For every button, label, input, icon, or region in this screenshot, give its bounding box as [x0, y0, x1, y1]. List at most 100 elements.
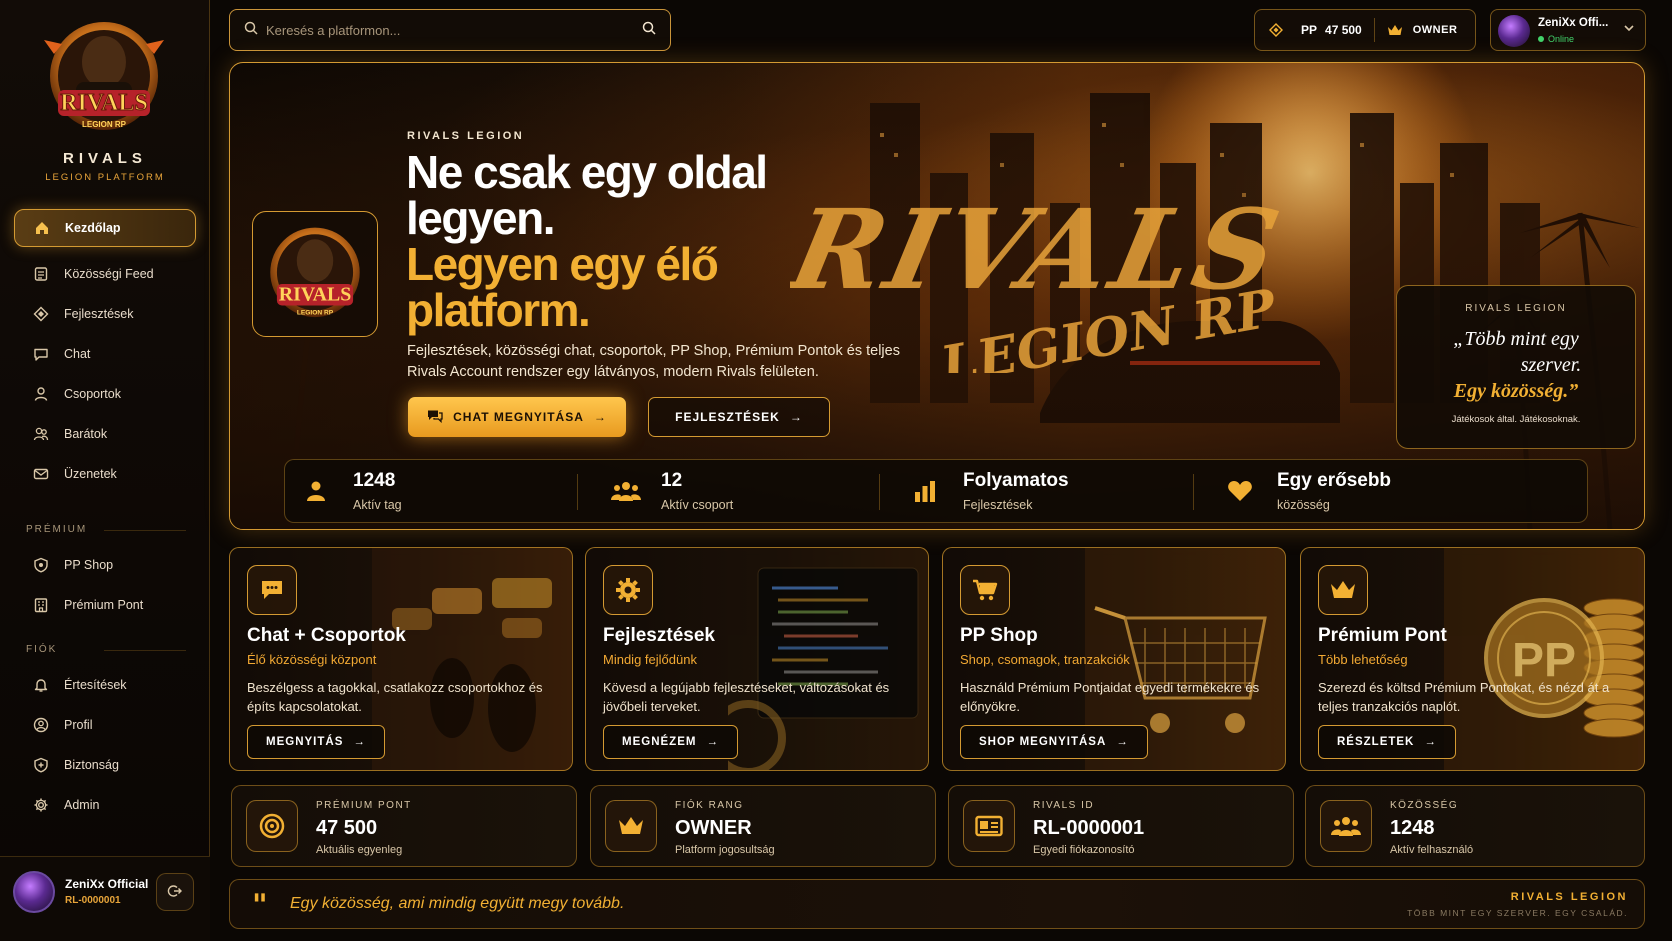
- hero-logo-subtext: LEGION RP: [297, 310, 334, 317]
- sidebar-item-label: Biztonság: [64, 758, 119, 772]
- card-subtitle: Shop, csomagok, tranzakciók: [960, 652, 1130, 667]
- logout-button[interactable]: [156, 873, 194, 911]
- coin-stack-illustration: PP: [1444, 548, 1644, 770]
- stat-divider: [577, 474, 578, 510]
- hero-stats-bar: 1248 Aktív tag 12 Aktív csoport Folyamat…: [284, 459, 1588, 523]
- stat-active-groups: 12 Aktív csoport: [593, 460, 883, 524]
- sidebar-item-label: Fejlesztések: [64, 307, 134, 321]
- sidebar-item-pp-shop[interactable]: PP Shop: [14, 546, 196, 584]
- card-description: Szerezd és költsd Prémium Pontokat, és n…: [1318, 680, 1610, 714]
- hero-headline-accent: Legyen egy élő platform.: [406, 238, 719, 336]
- section-label-account: FIÓK: [26, 644, 58, 655]
- avatar[interactable]: [13, 871, 55, 913]
- premium-details-button[interactable]: RÉSZLETEK →: [1318, 725, 1456, 759]
- sidebar-item-home[interactable]: Kezdőlap: [14, 209, 196, 247]
- card-subtitle: Több lehetőség: [1318, 652, 1408, 667]
- sidebar-item-label: Chat: [64, 347, 91, 361]
- sidebar-item-feed[interactable]: Közösségi Feed: [14, 255, 196, 293]
- feed-icon: [32, 265, 50, 283]
- sidebar-item-developments[interactable]: Fejlesztések: [14, 295, 196, 333]
- shield-plus-icon: [32, 756, 50, 774]
- rivals-id-value: RL-0000001: [1033, 817, 1145, 839]
- user-menu[interactable]: ZeniXx Offi... Online: [1490, 9, 1646, 51]
- sidebar-item-chat[interactable]: Chat: [14, 335, 196, 373]
- rivals-logo[interactable]: RIVALS LEGION RP: [40, 14, 168, 142]
- arrow-right-icon: →: [789, 410, 803, 424]
- search-bar: [229, 9, 671, 51]
- card-title: PP Shop: [960, 625, 1038, 646]
- quote-eyebrow: RIVALS LEGION: [1465, 303, 1567, 314]
- open-chat-button[interactable]: CHAT MEGNYITÁSA →: [408, 397, 626, 437]
- pp-balance: 47 500: [1325, 23, 1362, 37]
- friends-icon: [32, 425, 50, 443]
- footer-quote-banner: " Egy közösség, ami mindig együtt megy t…: [229, 879, 1645, 929]
- sidebar-item-messages[interactable]: Üzenetek: [14, 455, 196, 493]
- crown-icon: [605, 800, 657, 852]
- open-chat-card-button[interactable]: MEGNYITÁS →: [247, 725, 385, 759]
- feature-card-developments[interactable]: Fejlesztések Mindig fejlődünk Kövesd a l…: [585, 547, 929, 771]
- chevron-down-icon: [1623, 22, 1635, 37]
- sidebar-item-admin[interactable]: Admin: [14, 786, 196, 824]
- sidebar-user-name: ZeniXx Official: [65, 877, 149, 891]
- sidebar-item-label: Profil: [64, 718, 93, 732]
- sidebar-item-label: Üzenetek: [64, 467, 117, 481]
- section-label-premium: PRÉMIUM: [26, 524, 88, 535]
- feature-card-premium-point[interactable]: PP Prémium Pont Több lehetőség Szerezd é…: [1300, 547, 1645, 771]
- chat-bubble-icon: [247, 565, 297, 615]
- brand-title: RIVALS: [63, 150, 147, 167]
- coin-icon: [246, 800, 298, 852]
- sidebar-user-id: RL-0000001: [65, 895, 121, 906]
- id-card-icon: [963, 800, 1015, 852]
- info-tile-community: KÖZÖSSÉG 1248 Aktív felhasználó: [1305, 785, 1645, 867]
- sidebar-item-label: Admin: [64, 798, 100, 812]
- sidebar-item-premium-point[interactable]: Prémium Pont: [14, 586, 196, 624]
- developments-button[interactable]: FEJLESZTÉSEK →: [648, 397, 830, 437]
- sidebar-item-label: Csoportok: [64, 387, 121, 401]
- quote-highlight: Egy közösség.”: [1453, 380, 1579, 402]
- sidebar-item-label: Értesítések: [64, 678, 127, 692]
- quote-tagline: Játékosok által. Játékosoknak.: [1451, 414, 1581, 425]
- section-divider: [104, 530, 186, 531]
- crown-icon: [1387, 23, 1403, 37]
- users-icon: [303, 480, 331, 504]
- pill-divider: [1373, 18, 1375, 42]
- crown-icon: [1318, 565, 1368, 615]
- rivals-brush-logo: RIVALS LEGION RP: [790, 186, 1293, 373]
- card-description: Használd Prémium Pontjaidat egyedi termé…: [960, 680, 1260, 714]
- hero-logo-text: RIVALS: [279, 284, 351, 306]
- stat-divider: [1193, 474, 1194, 510]
- sidebar-item-notifications[interactable]: Értesítések: [14, 666, 196, 704]
- arrow-right-icon: →: [706, 736, 719, 748]
- view-developments-button[interactable]: MEGNÉZEM →: [603, 725, 738, 759]
- card-title: Chat + Csoportok: [247, 625, 406, 646]
- home-icon: [33, 219, 51, 237]
- sidebar-user-panel: ZeniXx Official RL-0000001: [0, 856, 210, 941]
- feature-card-chat[interactable]: Chat + Csoportok Élő közösségi központ B…: [229, 547, 573, 771]
- feature-card-pp-shop[interactable]: PP Shop Shop, csomagok, tranzakciók Hasz…: [942, 547, 1286, 771]
- sidebar-item-label: Barátok: [64, 427, 108, 441]
- sidebar-item-profile[interactable]: Profil: [14, 706, 196, 744]
- quote-icon: ": [252, 888, 268, 923]
- account-status-pill[interactable]: PP 47 500 OWNER: [1254, 9, 1476, 51]
- sidebar-item-friends[interactable]: Barátok: [14, 415, 196, 453]
- community-icon: [1320, 800, 1372, 852]
- gear-icon: [32, 796, 50, 814]
- logout-icon: [167, 883, 183, 902]
- cart-icon: [960, 565, 1010, 615]
- online-status: Online: [1538, 34, 1574, 44]
- chat-bubble-icon: [427, 409, 443, 426]
- sidebar-item-label: PP Shop: [64, 558, 114, 572]
- account-rank-value: OWNER: [675, 817, 752, 839]
- open-shop-button[interactable]: SHOP MEGNYITÁSA →: [960, 725, 1148, 759]
- card-title: Fejlesztések: [603, 625, 715, 646]
- sidebar-item-security[interactable]: Biztonság: [14, 746, 196, 784]
- logo-subtext: LEGION RP: [82, 120, 127, 129]
- profile-icon: [32, 716, 50, 734]
- search-submit-icon[interactable]: [642, 21, 656, 40]
- card-subtitle: Mindig fejlődünk: [603, 652, 697, 667]
- avatar: [1498, 15, 1530, 47]
- sidebar-item-groups[interactable]: Csoportok: [14, 375, 196, 413]
- chat-illustration: [372, 548, 572, 770]
- search-input[interactable]: [258, 22, 642, 38]
- info-tile-account-rank: FIÓK RANG OWNER Platform jogosultság: [590, 785, 936, 867]
